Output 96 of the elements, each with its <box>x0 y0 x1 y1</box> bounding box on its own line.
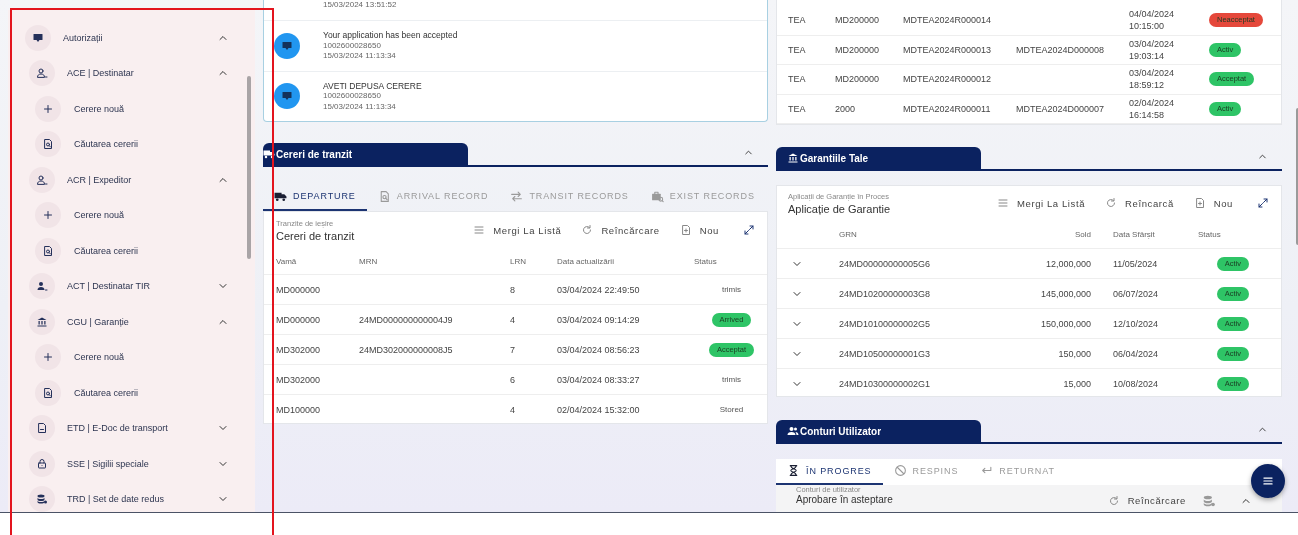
action-button[interactable]: Mergi La Listă <box>993 197 1090 209</box>
notification-title: Your application has been accepted <box>323 30 458 41</box>
table-cell-text: MDTEA2024R000014 <box>903 15 993 26</box>
table-cell-text: 03/04/2024 22:49:50 <box>557 284 641 295</box>
table-cell-text: MDTEA2024R000012 <box>903 74 993 85</box>
sidebar-item[interactable]: ETD | E-Doc de transport <box>29 415 217 442</box>
sidebar-item[interactable]: Cerere nouă <box>35 344 229 371</box>
action-button[interactable]: Nou <box>1189 197 1237 209</box>
column-header: MRN <box>359 256 379 266</box>
sidebar-item[interactable]: Căutarea cererii <box>35 379 229 406</box>
table-cell-text: 24MD10500000001G3 <box>839 348 932 359</box>
table-cell-text: MD302000 <box>276 344 322 355</box>
table-cell-text: 03/04/2024 09:14:29 <box>557 314 641 325</box>
status-text: trimis <box>721 375 742 384</box>
table-cell-text: 24MD10200000003G8 <box>839 288 932 299</box>
table-cell-text: 145,000,000 <box>1039 288 1091 299</box>
table-cell-text: MDTEA2024D000008 <box>1016 44 1106 55</box>
action-button[interactable]: Mergi La Listă <box>469 224 566 236</box>
table-cell-text: 06/07/2024 <box>1113 288 1160 299</box>
notification-time: 15/03/2024 13:51:52 <box>323 0 397 11</box>
notification-number: 1002600028650 <box>323 91 382 102</box>
table-cell-text: TEA <box>788 74 807 85</box>
table-cell-text: 12/10/2024 <box>1113 318 1160 329</box>
table-cell-text: 7 <box>510 344 516 355</box>
section-title: Conturi Utilizator <box>800 425 882 437</box>
sidebar-item[interactable]: SSE | Sigilii speciale <box>29 450 217 477</box>
table-cell-text: 8 <box>510 284 516 295</box>
sidebar-item[interactable]: TRD | Set de date redus <box>29 486 217 512</box>
table-cell-text: 24MD302000000008J5 <box>359 344 454 355</box>
notification-time: 15/03/2024 11:13:34 <box>323 101 397 112</box>
status-text: trimis <box>721 285 742 294</box>
sidebar-item[interactable]: Cerere nouă <box>35 95 229 122</box>
sidebar-item[interactable]: ACR | Expeditor <box>29 166 217 193</box>
table-cell-text: MD000000 <box>276 284 322 295</box>
table-cell-text: 02/04/2024 15:32:00 <box>557 404 641 415</box>
column-header: Status <box>694 256 718 266</box>
sidebar-item[interactable]: Căutarea cererii <box>35 237 229 264</box>
table-cell-text: 02/04/2024 16:14:58 <box>1129 96 1176 121</box>
table-cell-text: 11/05/2024 <box>1113 258 1159 269</box>
table-cell-text: MD100000 <box>276 404 322 415</box>
sidebar-item[interactable]: Căutarea cererii <box>35 131 229 158</box>
table-cell-text: 03/04/2024 08:56:23 <box>557 344 641 355</box>
action-button[interactable]: Nou <box>675 224 723 236</box>
action-button[interactable]: Reîncarcă <box>1101 197 1178 209</box>
table-cell-text: 24MD000000000004J9 <box>359 314 454 325</box>
section-title: Cereri de tranzit <box>276 148 353 160</box>
table-cell-text: 4 <box>510 404 516 415</box>
column-header: LRN <box>510 256 527 266</box>
notification-time: 15/03/2024 11:13:34 <box>323 51 397 62</box>
table-cell-text: TEA <box>788 44 807 55</box>
action-button[interactable]: Reîncărcare <box>577 224 664 236</box>
table-cell-text: MDTEA2024D000007 <box>1016 103 1106 114</box>
table-cell-text: MD200000 <box>835 74 881 85</box>
table-cell-text: MD000000 <box>276 314 322 325</box>
table-cell-text: 12,000,000 <box>1044 258 1091 269</box>
table-cell-text: 03/04/2024 18:59:12 <box>1129 67 1176 92</box>
sidebar-item[interactable]: ACT | Destinatar TIR <box>29 273 217 300</box>
sidebar-item[interactable]: CGU | Garanție <box>29 308 217 335</box>
table-cell-text: 03/04/2024 19:03:14 <box>1129 37 1176 62</box>
table-cell-text: TEA <box>788 103 807 114</box>
column-header: Data actualizării <box>557 256 615 266</box>
table-cell-text: 15,000 <box>1062 378 1091 389</box>
table-cell-text: MDTEA2024R000011 <box>903 103 992 114</box>
action-button[interactable]: Reîncărcare <box>1103 494 1190 507</box>
table-cell-text: 06/04/2024 <box>1113 348 1160 359</box>
table-cell-text: 24MD10100000002G5 <box>839 318 932 329</box>
table-cell-text: 150,000 <box>1057 348 1091 359</box>
table-cell-text: 10/08/2024 <box>1113 378 1160 389</box>
table-cell-text: 4 <box>510 314 516 325</box>
list-heading: Aprobare în asteptare <box>796 493 893 505</box>
column-header: Vamă <box>276 256 298 266</box>
list-heading: Cereri de tranzit <box>276 229 355 242</box>
column-header: Status <box>1198 229 1222 239</box>
table-cell-text: MDTEA2024R000013 <box>903 44 993 55</box>
sidebar-item[interactable]: Autorizații <box>25 24 217 51</box>
table-cell-text: MD200000 <box>835 15 881 26</box>
status-text: Stored <box>719 405 744 414</box>
sidebar-item[interactable]: Cerere nouă <box>35 202 229 229</box>
table-cell-text: 03/04/2024 08:33:27 <box>557 374 641 385</box>
table-cell-text: TEA <box>788 15 807 26</box>
table-cell-text: MD200000 <box>835 44 881 55</box>
list-heading: Aplicație de Garantie <box>788 202 891 215</box>
table-cell-text: 04/04/2024 10:15:00 <box>1129 8 1176 33</box>
section-title: Garantiile Tale <box>800 152 869 164</box>
column-header: Data Sfârșit <box>1113 229 1156 239</box>
notification-title: AVETI DEPUSA CERERE <box>323 80 422 91</box>
table-cell-text: 150,000,000 <box>1039 318 1091 329</box>
table-cell-text: 24MD10300000002G1 <box>839 378 932 389</box>
sidebar-item[interactable]: ACE | Destinatar <box>29 60 217 87</box>
table-cell-text: 6 <box>510 374 516 385</box>
column-header: GRN <box>839 229 858 239</box>
notification-number: 1002600028650 <box>323 40 382 51</box>
table-cell-text: 2000 <box>835 103 857 114</box>
table-cell-text: 24MD00000000005G6 <box>839 258 932 269</box>
column-header: Sold <box>1074 229 1091 239</box>
table-cell-text: MD302000 <box>276 374 322 385</box>
